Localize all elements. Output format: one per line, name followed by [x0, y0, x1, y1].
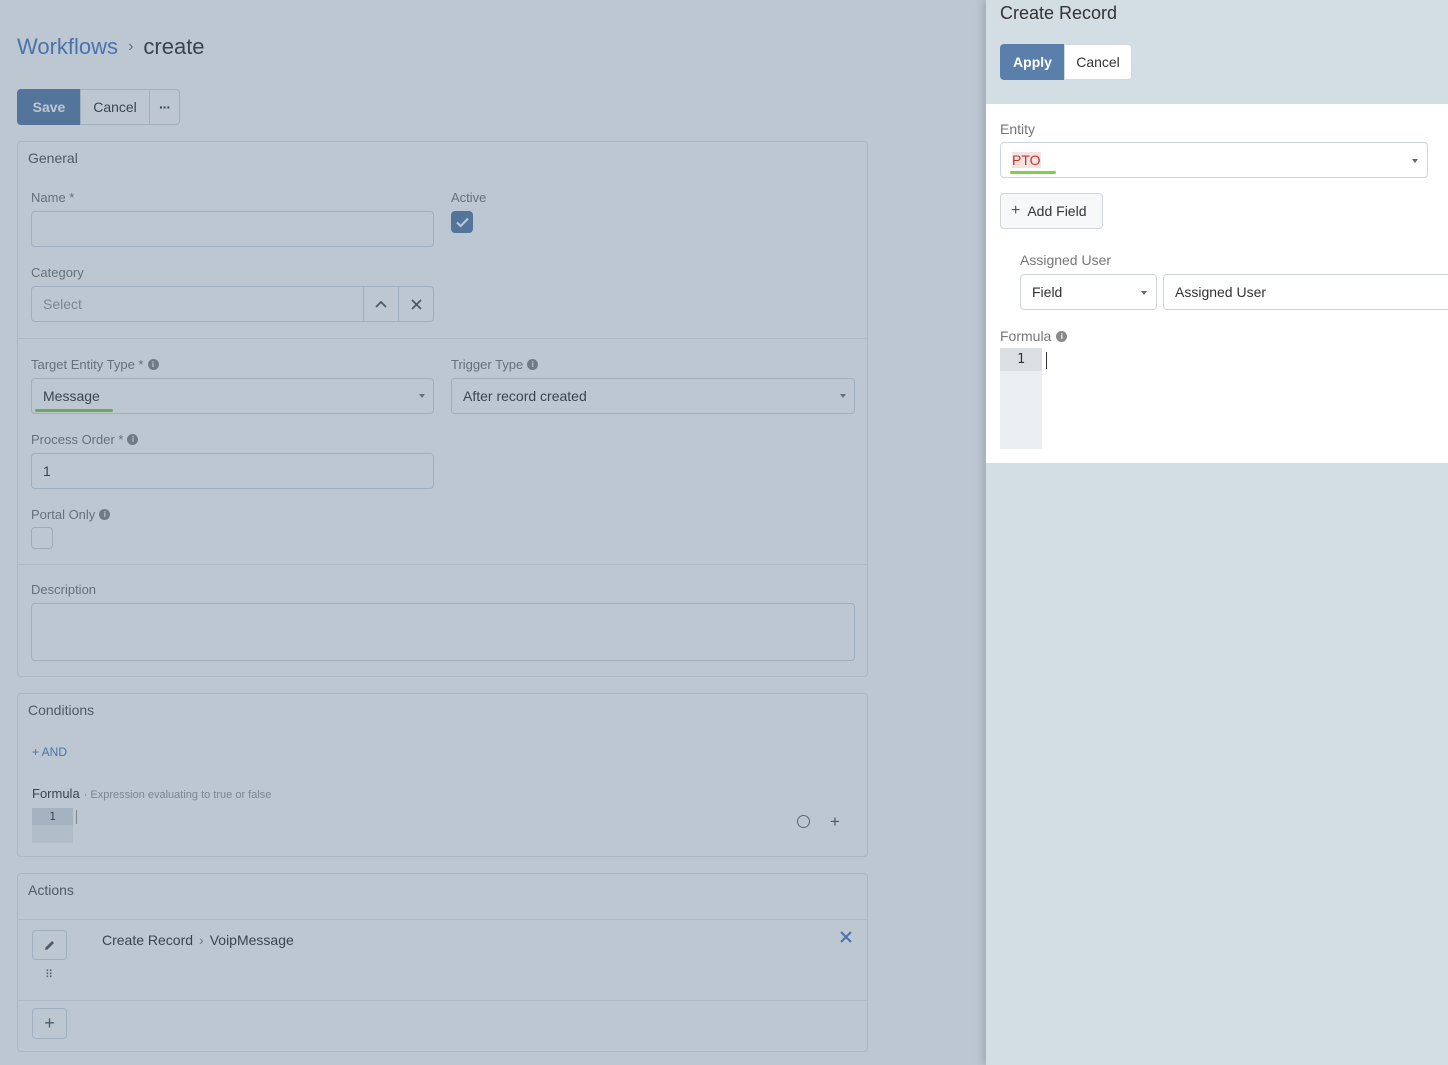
entity-label: Entity [1000, 121, 1036, 137]
dialog-body: Entity PTO + Add Field Assigned User Fie… [986, 104, 1448, 463]
apply-button[interactable]: Apply [1000, 44, 1065, 80]
info-icon[interactable]: i [1056, 330, 1068, 342]
formula-editor-gutter: 1 [1000, 348, 1042, 449]
add-field-label: Add Field [1027, 203, 1087, 219]
field-type-value: Field [1032, 284, 1063, 300]
formula-label: Formula i [1000, 328, 1068, 344]
spellcheck-underline [1010, 171, 1056, 174]
dialog-header: Create Record Apply Cancel [986, 0, 1448, 104]
entity-value: PTO [1012, 152, 1041, 168]
chevron-down-icon [1141, 291, 1147, 295]
dialog-cancel-button[interactable]: Cancel [1064, 44, 1132, 80]
dialog-title: Create Record [1000, 3, 1118, 23]
text-cursor [1046, 352, 1047, 369]
formula-editor[interactable] [1042, 348, 1448, 449]
line-number: 1 [1000, 348, 1042, 371]
plus-icon: + [1011, 202, 1021, 219]
field-name-label: Assigned User [1020, 252, 1112, 268]
entity-select[interactable]: PTO [1000, 142, 1428, 178]
field-value: Assigned User [1175, 284, 1267, 300]
field-value-select[interactable]: Assigned User [1163, 274, 1448, 310]
dialog-buttons: Apply Cancel [1000, 44, 1132, 80]
chevron-down-icon [1412, 159, 1418, 163]
field-type-select[interactable]: Field [1020, 274, 1157, 310]
add-field-button[interactable]: + Add Field [1000, 193, 1103, 229]
create-record-dialog: Create Record Apply Cancel Entity PTO + … [986, 0, 1448, 1065]
